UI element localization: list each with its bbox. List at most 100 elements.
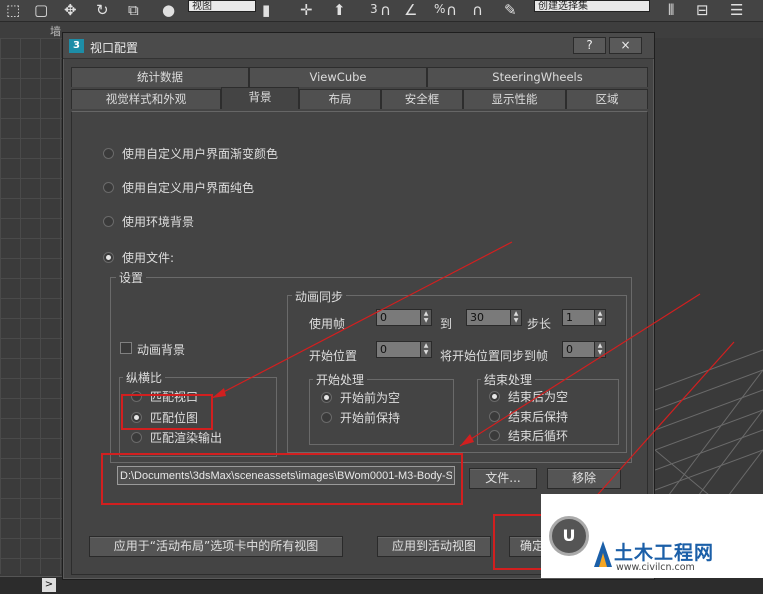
radio-hold-after-end[interactable]: 结束后保持 [489, 408, 568, 425]
sync-to-frame-spinner[interactable]: 0 ▲ ▼ [562, 341, 606, 358]
radio-label: 使用文件: [122, 251, 175, 265]
mirror-icon[interactable]: ⫴ [668, 1, 674, 19]
remove-button[interactable]: 移除 [547, 468, 621, 489]
tab-display-performance[interactable]: 显示性能 [463, 89, 566, 109]
radio-label: 使用自定义用户界面渐变颜色 [122, 147, 279, 161]
help-button[interactable]: ? [573, 37, 606, 54]
radio-custom-gradient[interactable]: 使用自定义用户界面渐变颜色 [103, 145, 278, 162]
tab-visual-style[interactable]: 视觉样式和外观 [71, 89, 221, 109]
radio-use-file[interactable]: 使用文件: [103, 249, 174, 266]
radio-label: 开始前保持 [340, 411, 401, 425]
select-region-icon[interactable]: ⬚ [6, 1, 20, 19]
side-label: 墙 [50, 25, 61, 38]
radio-dot[interactable] [103, 216, 114, 227]
radio-label: 开始前为空 [340, 391, 401, 405]
start-processing-label: 开始处理 [313, 371, 368, 388]
spinner-arrows-icon[interactable]: ▲ ▼ [594, 310, 605, 325]
settings-group-label: 设置 [116, 269, 147, 286]
step-spinner[interactable]: 1 ▲ ▼ [562, 309, 606, 326]
percent-snap-magnet-icon[interactable]: ∩ [446, 1, 457, 19]
to-frame-spinner[interactable]: 30 ▲ ▼ [466, 309, 522, 326]
radio-label: 使用环境背景 [122, 215, 195, 229]
radio-blank-after-end[interactable]: 结束后为空 [489, 388, 568, 405]
animate-background-checkbox[interactable] [120, 342, 132, 354]
tab-safe-frame[interactable]: 安全框 [381, 89, 463, 109]
spinner-arrows-icon[interactable]: ▲ ▼ [420, 310, 431, 325]
use-frame-spinner[interactable]: 0 ▲ ▼ [376, 309, 432, 326]
radio-label: 结束后循环 [508, 429, 569, 443]
align-icon[interactable]: ⊟ [696, 1, 709, 19]
radio-dot[interactable] [489, 411, 500, 422]
apply-all-views-button[interactable]: 应用于“活动布局”选项卡中的所有视图 [89, 536, 343, 557]
radio-dot[interactable] [103, 148, 114, 159]
select-manipulate-icon[interactable]: ✛ [300, 1, 313, 19]
tab-regions[interactable]: 区域 [566, 89, 648, 109]
scale-icon[interactable]: ⧉ [128, 1, 139, 19]
edit-named-selection-icon[interactable]: ✎ [504, 1, 517, 19]
use-frame-value[interactable]: 0 [380, 310, 387, 325]
to-frame-value[interactable]: 30 [470, 310, 484, 325]
viewport-left[interactable] [0, 38, 62, 574]
radio-label: 使用自定义用户界面纯色 [122, 181, 255, 195]
spinner-arrows-icon[interactable]: ▲ ▼ [420, 342, 431, 357]
radio-blank-before-start[interactable]: 开始前为空 [321, 389, 400, 406]
angle-snap-icon[interactable]: ∠ [404, 1, 417, 19]
radio-dot[interactable] [489, 430, 500, 441]
percent-snap-toggle[interactable]: % [434, 0, 445, 18]
radio-dot[interactable] [321, 412, 332, 423]
civilcn-logo-icon [594, 541, 612, 567]
radio-match-render-output[interactable]: 匹配渲染输出 [131, 429, 222, 446]
close-button[interactable]: × [609, 37, 642, 54]
start-position-value[interactable]: 0 [380, 342, 387, 357]
radio-hold-before-start[interactable]: 开始前保持 [321, 409, 400, 426]
tab-statistics[interactable]: 统计数据 [71, 67, 249, 87]
dialog-titlebar[interactable]: 3 视口配置 ? × [63, 33, 654, 59]
radio-dot[interactable] [321, 392, 332, 403]
step-label: 步长 [527, 317, 552, 331]
radio-dot[interactable] [131, 432, 142, 443]
perspective-grid [655, 349, 763, 500]
radio-environment-bg[interactable]: 使用环境背景 [103, 213, 194, 230]
reference-coord-select[interactable]: 视图 [188, 0, 256, 12]
spinner-arrows-icon[interactable]: ▲ ▼ [510, 310, 521, 325]
annotation-box-match-bitmap [121, 394, 213, 430]
tab-viewcube[interactable]: ViewCube [249, 67, 427, 87]
aspect-ratio-label: 纵横比 [123, 369, 166, 386]
pivot-icon[interactable]: ▮ [262, 1, 270, 19]
watermark-site-name: 土木工程网 [614, 542, 715, 564]
window-crossing-icon[interactable]: ▢ [34, 1, 48, 19]
step-value[interactable]: 1 [566, 310, 573, 325]
place-icon[interactable]: ● [162, 1, 175, 19]
file-button[interactable]: 文件... [469, 468, 537, 489]
to-label: 到 [440, 317, 453, 331]
radio-dot[interactable] [103, 182, 114, 193]
tab-background[interactable]: 背景 [221, 87, 299, 109]
tab-layout[interactable]: 布局 [299, 89, 381, 109]
radio-loop-after-end[interactable]: 结束后循环 [489, 427, 568, 444]
3dsmax-logo-icon: 3 [69, 39, 84, 53]
sync-to-frame-value[interactable]: 0 [566, 342, 573, 357]
use-frame-label: 使用帧 [309, 317, 346, 331]
layer-manager-icon[interactable]: ☰ [730, 1, 743, 19]
spinner-arrows-icon[interactable]: ▲ ▼ [594, 342, 605, 357]
snap-magnet-icon[interactable]: ∩ [380, 1, 391, 19]
named-selection-set-select[interactable]: 创建选择集 [534, 0, 650, 12]
move-icon[interactable]: ✥ [64, 1, 77, 19]
radio-label: 结束后保持 [508, 410, 569, 424]
sync-start-to-frame-label: 将开始位置同步到帧 [440, 349, 549, 363]
tab-steeringwheels[interactable]: SteeringWheels [427, 67, 648, 87]
animate-background-label: 动画背景 [137, 343, 186, 357]
radio-custom-solid[interactable]: 使用自定义用户界面纯色 [103, 179, 254, 196]
radio-label: 匹配渲染输出 [150, 431, 223, 445]
radio-dot[interactable] [103, 252, 114, 263]
radio-dot[interactable] [489, 391, 500, 402]
end-processing-label: 结束处理 [481, 371, 536, 388]
keyboard-shortcut-icon[interactable]: ⬆ [333, 1, 346, 19]
spinner-snap-magnet-icon[interactable]: ∩ [472, 1, 483, 19]
animation-sync-label: 动画同步 [292, 288, 347, 305]
start-position-spinner[interactable]: 0 ▲ ▼ [376, 341, 432, 358]
snap-toggle[interactable]: 3 [370, 0, 378, 18]
rotate-icon[interactable]: ↻ [96, 1, 109, 19]
expand-arrow-button[interactable]: > [42, 578, 56, 592]
apply-active-view-button[interactable]: 应用到活动视图 [377, 536, 491, 557]
